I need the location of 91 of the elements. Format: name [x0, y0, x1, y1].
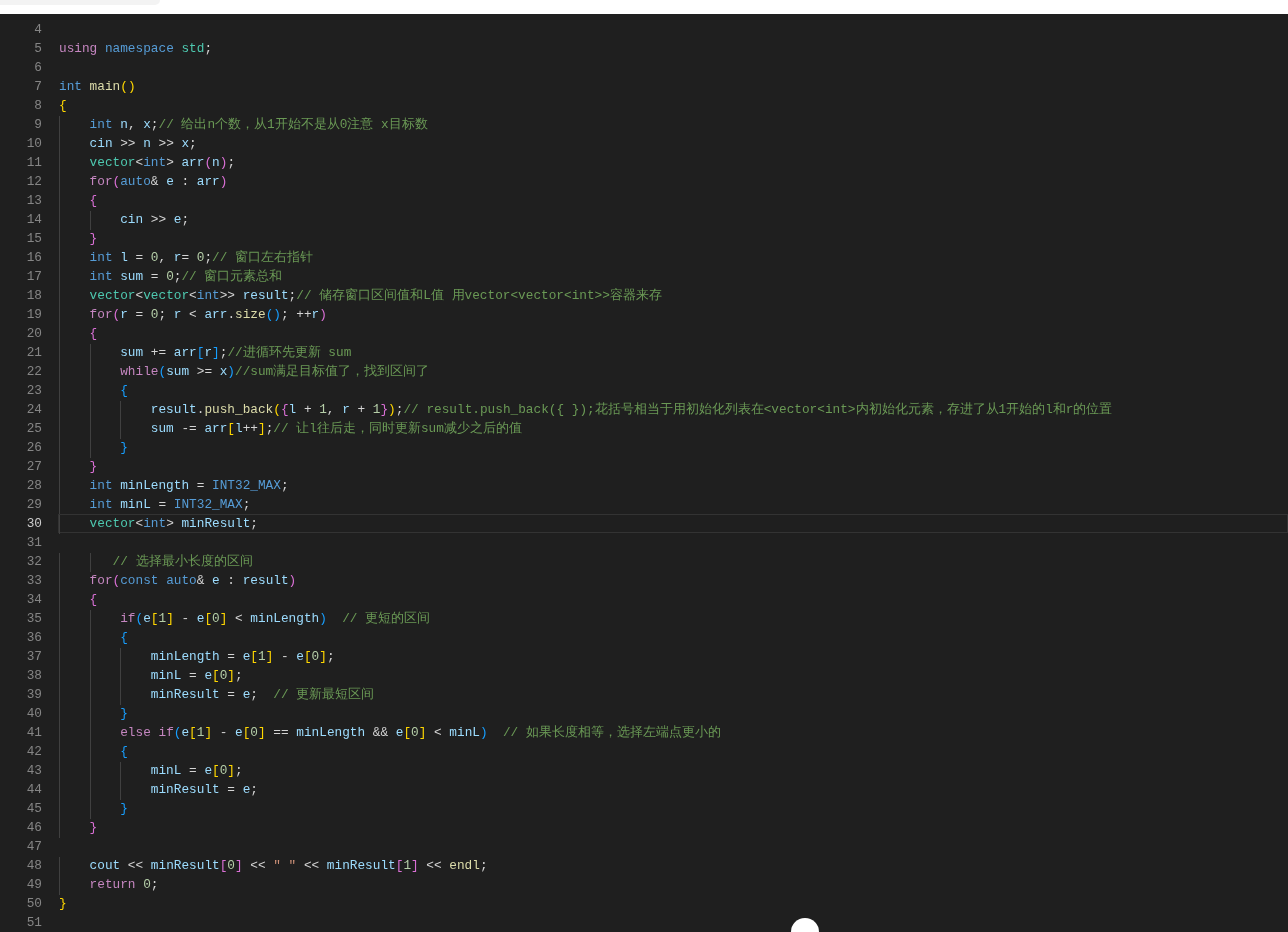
line-number: 48 [25, 857, 42, 875]
line-number: 5 [33, 40, 42, 58]
code-line: using namespace std; [59, 40, 213, 58]
line-number: 47 [25, 838, 42, 856]
line-number: 28 [25, 477, 42, 495]
code-line: result.push_back({l + 1, r + 1});// result.push_back({ });花括号相当于用初始化列表在<vector<int>内初始化元素，存进了从1开始的l和r的位置 [149, 401, 1113, 419]
line-number: 51 [25, 914, 42, 932]
line-number: 33 [25, 572, 42, 590]
line-number: 27 [25, 458, 42, 476]
line-number: 50 [25, 895, 42, 913]
code-line: cin >> e; [119, 211, 190, 229]
line-number: 7 [33, 78, 42, 96]
code-line: cout << minResult[0] << " " << minResult[1] << endl; [88, 857, 488, 875]
code-line: { [119, 629, 128, 647]
line-number: 22 [25, 363, 42, 381]
line-number: 49 [25, 876, 42, 894]
line-number: 42 [25, 743, 42, 761]
code-line: // 选择最小长度的区间 [111, 553, 253, 571]
code-line: cin >> n >> x; [88, 135, 197, 153]
code-line: } [88, 819, 98, 837]
line-number: 40 [25, 705, 42, 723]
code-line: minLength = e[1] - e[0]; [149, 648, 335, 666]
code-line: } [88, 458, 98, 476]
code-line: if(e[1] - e[0] < minLength) // 更短的区间 [119, 610, 431, 628]
line-number: 14 [25, 211, 42, 229]
line-number: 19 [25, 306, 42, 324]
line-number: 13 [25, 192, 42, 210]
line-number: 41 [25, 724, 42, 742]
code-line: } [119, 439, 128, 457]
code-line: minL = e[0]; [149, 667, 243, 685]
line-number: 24 [25, 401, 42, 419]
code-line: minResult = e; [149, 781, 258, 799]
code-line: { [119, 382, 128, 400]
line-number: 23 [25, 382, 42, 400]
code-line: sum += arr[r];//进循环先更新 sum [119, 344, 352, 362]
code-line: while(sum >= x)//sum满足目标值了，找到区间了 [119, 363, 430, 381]
code-line: } [119, 705, 128, 723]
code-line: return 0; [88, 876, 159, 894]
line-number: 12 [25, 173, 42, 191]
code-line: { [119, 743, 128, 761]
code-line: minL = e[0]; [149, 762, 243, 780]
code-line: vector<vector<int>> result;// 储存窗口区间值和L值 用vector<vector<int>>容器来存 [88, 287, 662, 305]
code-line: } [119, 800, 128, 818]
line-number: 44 [25, 781, 42, 799]
code-line: for(r = 0; r < arr.size(); ++r) [88, 306, 327, 324]
code-line: { [88, 192, 98, 210]
code-line: int minL = INT32_MAX; [88, 496, 251, 514]
line-number: 21 [25, 344, 42, 362]
code-line: vector<int> arr(n); [88, 154, 236, 172]
line-number: 36 [25, 629, 42, 647]
code-line: minResult = e; // 更新最短区间 [149, 686, 375, 704]
code-line: { [88, 325, 98, 343]
line-number: 16 [25, 249, 42, 267]
code-line: { [59, 97, 67, 115]
line-number: 11 [25, 154, 42, 172]
code-line: } [88, 230, 98, 248]
line-number: 35 [25, 610, 42, 628]
line-number: 32 [25, 553, 42, 571]
line-number: 9 [33, 116, 42, 134]
line-number: 20 [25, 325, 42, 343]
code-line: int n, x;// 给出n个数，从1开始不是从0注意 x目标数 [88, 116, 428, 134]
line-number: 39 [25, 686, 42, 704]
code-line: else if(e[1] - e[0] == minLength && e[0] < minL) // 如果长度相等，选择左端点更小的 [119, 724, 721, 742]
line-number: 29 [25, 496, 42, 514]
code-line: } [59, 895, 67, 913]
code-line: int sum = 0;// 窗口元素总和 [88, 268, 283, 286]
line-number: 18 [25, 287, 42, 305]
line-number: 30 [25, 515, 42, 533]
line-number: 38 [25, 667, 42, 685]
line-number: 31 [25, 534, 42, 552]
line-number: 15 [25, 230, 42, 248]
line-number: 37 [25, 648, 42, 666]
code-line: vector<int> minResult; [88, 515, 258, 533]
code-line: int minLength = INT32_MAX; [88, 477, 289, 495]
code-line: for(const auto& e : result) [88, 572, 297, 590]
line-number: 10 [25, 135, 42, 153]
code-line: int l = 0, r= 0;// 窗口左右指针 [88, 249, 314, 267]
line-number: 26 [25, 439, 42, 457]
line-number: 45 [25, 800, 42, 818]
line-number: 34 [25, 591, 42, 609]
line-number: 46 [25, 819, 42, 837]
line-number: 8 [33, 97, 42, 115]
line-number: 25 [25, 420, 42, 438]
line-number: 6 [33, 59, 42, 77]
code-line: { [88, 591, 98, 609]
line-number: 43 [25, 762, 42, 780]
code-line: int main() [59, 78, 136, 96]
code-line: for(auto& e : arr) [88, 173, 228, 191]
line-number: 17 [25, 268, 42, 286]
line-number: 4 [33, 21, 42, 39]
code-line: sum -= arr[l++];// 让l往后走，同时更新sum减少之后的值 [149, 420, 522, 438]
